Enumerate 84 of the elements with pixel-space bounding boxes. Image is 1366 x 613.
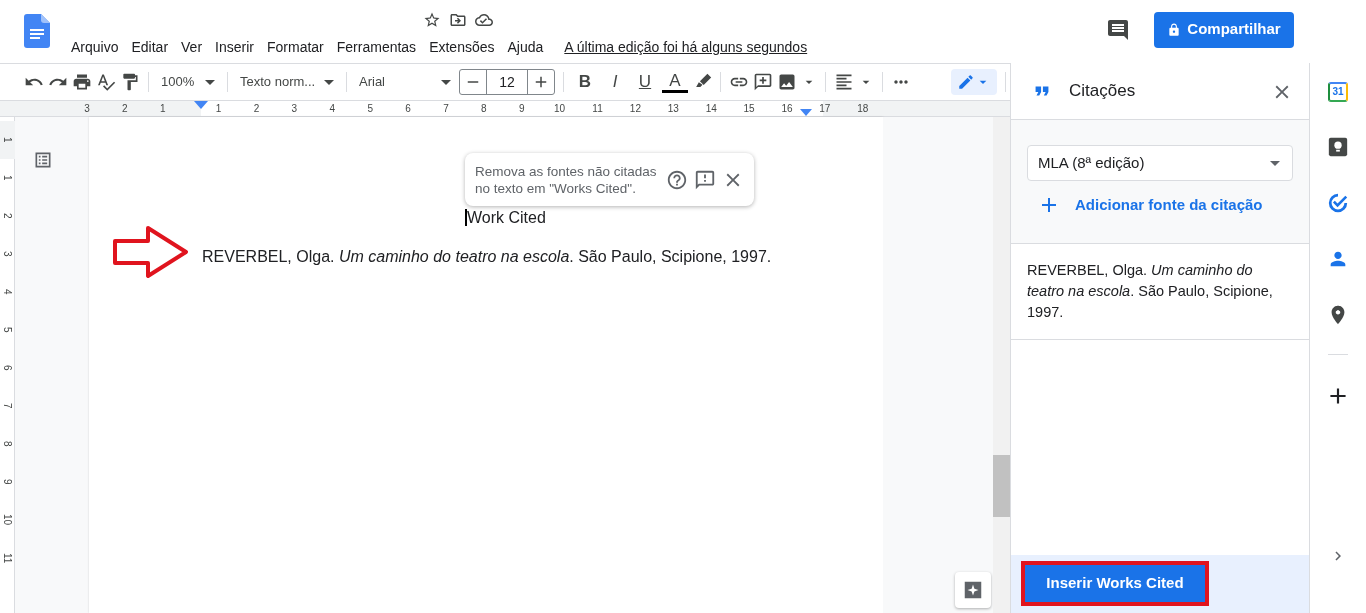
align-left-icon[interactable] (834, 72, 854, 92)
menu-item[interactable]: Editar (131, 36, 169, 58)
font-dropdown[interactable]: Arial (355, 72, 455, 92)
feedback-icon[interactable] (694, 168, 716, 191)
ruler-number: 3 (1, 250, 14, 259)
paint-roller-icon[interactable] (120, 72, 140, 92)
explore-button[interactable] (955, 572, 991, 608)
add-source-link[interactable]: Adicionar fonte da citação (1037, 193, 1263, 217)
caret-icon (324, 79, 334, 85)
ruler-number: 17 (819, 102, 831, 116)
ruler-number: 3 (291, 102, 298, 116)
insert-works-cited-button[interactable]: Inserir Works Cited (1025, 565, 1205, 602)
editing-mode-button[interactable] (951, 69, 997, 95)
ruler-number: 1 (159, 102, 166, 116)
spellcheck-icon[interactable] (96, 72, 116, 92)
menu-item[interactable]: Ajuda (507, 36, 544, 58)
ruler-number: 6 (405, 102, 411, 116)
help-icon[interactable] (666, 168, 688, 191)
last-edit-link[interactable]: A última edição foi há alguns segundos (564, 36, 808, 58)
format-button[interactable]: U (632, 69, 658, 95)
ruler-number: 1 (1, 174, 14, 183)
ruler-number: 8 (481, 102, 487, 116)
ruler-number: 3 (84, 102, 90, 116)
caret-icon (1270, 160, 1280, 166)
ruler-number: 11 (1, 551, 14, 566)
ruler-number: 1 (0, 121, 15, 159)
caret-icon (441, 79, 451, 85)
lock-icon (1167, 22, 1182, 37)
source-citation[interactable]: REVERBEL, Olga. Um caminho do teatro na escola. São Paulo, Scipione, 1997. (1011, 243, 1309, 340)
ruler-number: 12 (629, 102, 641, 116)
ruler-number: 9 (1, 478, 14, 487)
lightbulb-note-icon[interactable] (1327, 136, 1349, 158)
ruler-number: 2 (253, 102, 260, 116)
ruler-number: 5 (1, 326, 14, 335)
ruler-number: 4 (1, 288, 14, 297)
ruler-number: 7 (1, 402, 14, 411)
cloud-check-icon[interactable] (475, 11, 493, 29)
ruler-number: 18 (857, 102, 869, 116)
format-button[interactable]: B (572, 69, 598, 95)
ruler-number: 8 (1, 440, 14, 449)
task-check-icon[interactable] (1327, 192, 1349, 214)
ruler-number: 14 (705, 102, 717, 116)
menu-item[interactable]: Ver (181, 36, 203, 58)
menu-item[interactable]: Inserir (215, 36, 254, 58)
star-icon[interactable] (423, 11, 441, 29)
ruler-number: 6 (1, 364, 14, 373)
calendar-icon[interactable]: 31 (1328, 82, 1348, 102)
pencil-icon (957, 73, 975, 91)
folder-icon[interactable] (449, 11, 467, 29)
docs-logo-icon[interactable] (24, 14, 50, 48)
ruler-number: 9 (518, 102, 525, 116)
add-comment-icon[interactable] (753, 72, 773, 92)
ruler-number: 4 (329, 102, 336, 116)
ruler-number: 1 (215, 102, 222, 116)
ruler-number: 11 (592, 102, 603, 116)
citation-style-dropdown[interactable]: MLA (8ª edição) (1027, 145, 1293, 181)
citation-text: REVERBEL, Olga. Um caminho do teatro na escola. São Paulo, Scipione, 1997. (202, 248, 772, 265)
menu-item[interactable]: Ferramentas (336, 36, 417, 58)
menu-item[interactable]: Formatar (266, 36, 324, 58)
ruler-number: 10 (554, 102, 566, 116)
menu-item[interactable]: Extensões (429, 36, 495, 58)
ruler-number: 16 (781, 102, 793, 116)
panel-title: Citações (1069, 80, 1136, 103)
ruler-number: 2 (122, 102, 128, 116)
zoom-dropdown[interactable]: 100% (157, 72, 219, 92)
ruler-number: 13 (667, 102, 679, 116)
menu-item[interactable]: Arquivo (71, 36, 119, 58)
sparkle-icon (962, 579, 984, 601)
scrollbar[interactable] (993, 117, 1010, 613)
works-cited-heading: Work Cited (465, 209, 546, 226)
format-button[interactable]: I (602, 69, 628, 95)
ruler-number: 10 (1, 513, 14, 528)
ruler-number: 2 (1, 212, 14, 221)
suggestion-text: Remova as fontes não citadas no texto em "Works Cited". (475, 162, 658, 197)
comment-icon[interactable] (1106, 17, 1130, 42)
image-icon[interactable] (777, 72, 797, 92)
share-button[interactable]: Compartilhar (1154, 11, 1294, 48)
paragraph-style-dropdown[interactable]: Texto norm... (236, 72, 338, 92)
ruler-number: 7 (443, 102, 449, 116)
ruler-number: 15 (743, 102, 755, 116)
caret-icon (205, 79, 215, 85)
format-button[interactable]: A (662, 71, 688, 93)
print-icon[interactable] (72, 72, 92, 92)
ruler-number: 5 (367, 102, 373, 116)
